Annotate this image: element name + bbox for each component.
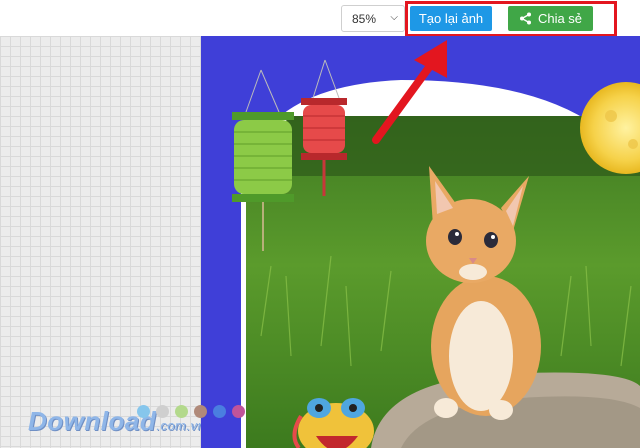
swatch-blue[interactable] — [213, 405, 226, 418]
image-illustration — [232, 59, 640, 448]
highlight-annotation-box — [405, 1, 617, 37]
swatch-light-green[interactable] — [175, 405, 188, 418]
watermark-tld: .com.vn — [156, 418, 206, 433]
swatch-light-blue[interactable] — [137, 405, 150, 418]
color-swatches — [137, 405, 245, 418]
page: 85% ⌵ Tạo lại ảnh Chia sẻ Download.com.v… — [0, 0, 640, 448]
swatch-brown[interactable] — [194, 405, 207, 418]
toolbar: 85% ⌵ Tạo lại ảnh Chia sẻ — [0, 0, 640, 37]
caret-down-icon: ⌵ — [390, 12, 398, 23]
zoom-select[interactable]: 85% ⌵ — [341, 5, 405, 32]
swatch-magenta[interactable] — [232, 405, 245, 418]
swatch-gray[interactable] — [156, 405, 169, 418]
canvas-background: Download.com.vn — [0, 36, 205, 448]
generated-image — [201, 36, 640, 448]
zoom-value: 85% — [352, 11, 377, 26]
